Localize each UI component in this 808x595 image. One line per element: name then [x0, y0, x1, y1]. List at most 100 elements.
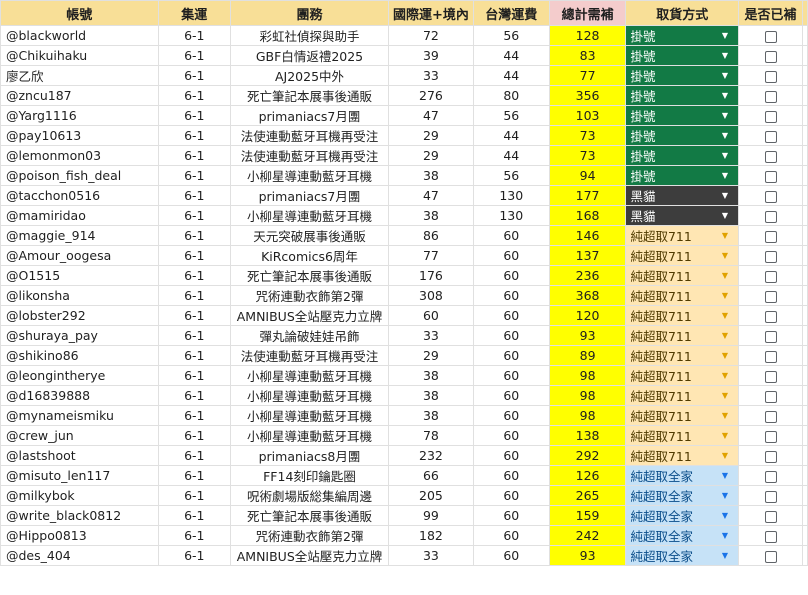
- checkbox-icon[interactable]: [764, 70, 777, 83]
- group-cell[interactable]: 死亡筆記本展事後通販: [230, 85, 389, 106]
- intl-fee-cell[interactable]: 72: [387, 25, 474, 46]
- checkbox-icon[interactable]: [764, 110, 777, 123]
- intl-fee-cell[interactable]: 60: [387, 305, 474, 326]
- header-total[interactable]: 總計需補: [548, 0, 627, 26]
- batch-cell[interactable]: 6-1: [157, 525, 232, 546]
- group-cell[interactable]: AJ2025中外: [230, 65, 389, 86]
- total-cell[interactable]: 265: [548, 485, 627, 506]
- checkbox-icon[interactable]: [764, 30, 777, 43]
- account-cell[interactable]: @misuto_len117: [0, 465, 159, 486]
- tw-fee-cell[interactable]: 60: [472, 325, 550, 346]
- checkbox-icon[interactable]: [764, 210, 777, 223]
- header-tw[interactable]: 台灣運費: [472, 0, 550, 26]
- account-cell[interactable]: @Amour_oogesa: [0, 245, 159, 266]
- chevron-down-icon[interactable]: ▼: [722, 131, 728, 140]
- group-cell[interactable]: 呪術劇場版総集編周邊: [230, 485, 389, 506]
- header-account[interactable]: 帳號: [0, 0, 159, 26]
- group-cell[interactable]: 死亡筆記本展事後通販: [230, 505, 389, 526]
- batch-cell[interactable]: 6-1: [157, 45, 232, 66]
- batch-cell[interactable]: 6-1: [157, 265, 232, 286]
- checkbox-icon[interactable]: [764, 90, 777, 103]
- intl-fee-cell[interactable]: 33: [387, 65, 474, 86]
- tw-fee-cell[interactable]: 44: [472, 145, 550, 166]
- group-cell[interactable]: 小柳星導連動藍牙耳機: [230, 365, 389, 386]
- group-cell[interactable]: 法使連動藍牙耳機再受注: [230, 345, 389, 366]
- batch-cell[interactable]: 6-1: [157, 125, 232, 146]
- batch-cell[interactable]: 6-1: [157, 445, 232, 466]
- batch-cell[interactable]: 6-1: [157, 225, 232, 246]
- intl-fee-cell[interactable]: 29: [387, 145, 474, 166]
- pickup-method-dropdown[interactable]: 純超取711 ▼: [625, 245, 740, 266]
- pickup-method-dropdown[interactable]: 掛號 ▼: [625, 105, 740, 126]
- batch-cell[interactable]: 6-1: [157, 105, 232, 126]
- tw-fee-cell[interactable]: 60: [472, 365, 550, 386]
- account-cell[interactable]: @shuraya_pay: [0, 325, 159, 346]
- total-cell[interactable]: 159: [548, 505, 627, 526]
- account-cell[interactable]: @pay10613: [0, 125, 159, 146]
- pickup-method-dropdown[interactable]: 純超取711 ▼: [625, 345, 740, 366]
- chevron-down-icon[interactable]: ▼: [722, 91, 728, 100]
- tw-fee-cell[interactable]: 56: [472, 25, 550, 46]
- account-cell[interactable]: @mynameismiku: [0, 405, 159, 426]
- chevron-down-icon[interactable]: ▼: [722, 271, 728, 280]
- checkbox-icon[interactable]: [764, 530, 777, 543]
- intl-fee-cell[interactable]: 39: [387, 45, 474, 66]
- total-cell[interactable]: 94: [548, 165, 627, 186]
- total-cell[interactable]: 83: [548, 45, 627, 66]
- intl-fee-cell[interactable]: 29: [387, 345, 474, 366]
- pickup-method-dropdown[interactable]: 掛號 ▼: [625, 65, 740, 86]
- tw-fee-cell[interactable]: 60: [472, 485, 550, 506]
- intl-fee-cell[interactable]: 232: [387, 445, 474, 466]
- checkbox-icon[interactable]: [764, 290, 777, 303]
- account-cell[interactable]: @lastshoot: [0, 445, 159, 466]
- tw-fee-cell[interactable]: 60: [472, 425, 550, 446]
- total-cell[interactable]: 368: [548, 285, 627, 306]
- account-cell[interactable]: @Hippo0813: [0, 525, 159, 546]
- total-cell[interactable]: 98: [548, 365, 627, 386]
- batch-cell[interactable]: 6-1: [157, 345, 232, 366]
- pickup-method-dropdown[interactable]: 純超取全家 ▼: [625, 465, 740, 486]
- checkbox-icon[interactable]: [764, 370, 777, 383]
- chevron-down-icon[interactable]: ▼: [722, 171, 728, 180]
- checkbox-icon[interactable]: [764, 450, 777, 463]
- group-cell[interactable]: primaniacs7月團: [230, 185, 389, 206]
- batch-cell[interactable]: 6-1: [157, 325, 232, 346]
- header-intl[interactable]: 國際運+境內: [387, 0, 474, 26]
- checkbox-icon[interactable]: [764, 170, 777, 183]
- checkbox-icon[interactable]: [764, 230, 777, 243]
- tw-fee-cell[interactable]: 60: [472, 465, 550, 486]
- intl-fee-cell[interactable]: 78: [387, 425, 474, 446]
- total-cell[interactable]: 103: [548, 105, 627, 126]
- total-cell[interactable]: 292: [548, 445, 627, 466]
- chevron-down-icon[interactable]: ▼: [722, 391, 728, 400]
- total-cell[interactable]: 242: [548, 525, 627, 546]
- account-cell[interactable]: @d16839888: [0, 385, 159, 406]
- pickup-method-dropdown[interactable]: 純超取711 ▼: [625, 385, 740, 406]
- account-cell[interactable]: @zncu187: [0, 85, 159, 106]
- total-cell[interactable]: 89: [548, 345, 627, 366]
- group-cell[interactable]: 天元突破展事後通販: [230, 225, 389, 246]
- account-cell[interactable]: @milkybok: [0, 485, 159, 506]
- tw-fee-cell[interactable]: 56: [472, 165, 550, 186]
- pickup-method-dropdown[interactable]: 純超取711 ▼: [625, 405, 740, 426]
- checkbox-icon[interactable]: [764, 550, 777, 563]
- pickup-method-dropdown[interactable]: 純超取全家 ▼: [625, 525, 740, 546]
- pickup-method-dropdown[interactable]: 掛號 ▼: [625, 85, 740, 106]
- tw-fee-cell[interactable]: 130: [472, 185, 550, 206]
- checkbox-icon[interactable]: [764, 430, 777, 443]
- total-cell[interactable]: 73: [548, 125, 627, 146]
- tw-fee-cell[interactable]: 60: [472, 545, 550, 566]
- intl-fee-cell[interactable]: 47: [387, 185, 474, 206]
- batch-cell[interactable]: 6-1: [157, 465, 232, 486]
- account-cell[interactable]: @lemonmon03: [0, 145, 159, 166]
- group-cell[interactable]: 小柳星導連動藍牙耳機: [230, 385, 389, 406]
- account-cell[interactable]: 廖乙欣: [0, 65, 159, 86]
- group-cell[interactable]: AMNIBUS全站壓克力立牌: [230, 545, 389, 566]
- batch-cell[interactable]: 6-1: [157, 385, 232, 406]
- tw-fee-cell[interactable]: 60: [472, 385, 550, 406]
- group-cell[interactable]: GBF白情返禮2025: [230, 45, 389, 66]
- pickup-method-dropdown[interactable]: 掛號 ▼: [625, 145, 740, 166]
- header-paid[interactable]: 是否已補: [738, 0, 804, 26]
- total-cell[interactable]: 128: [548, 25, 627, 46]
- total-cell[interactable]: 73: [548, 145, 627, 166]
